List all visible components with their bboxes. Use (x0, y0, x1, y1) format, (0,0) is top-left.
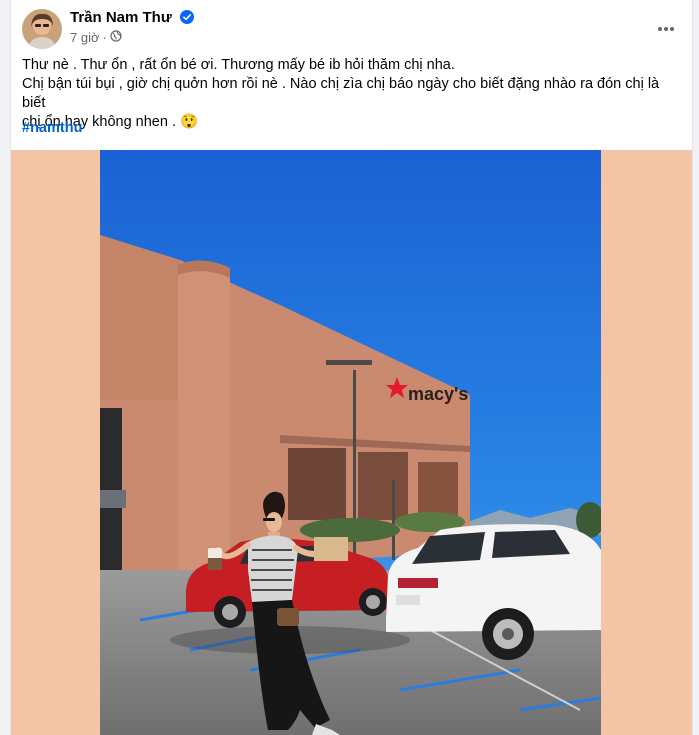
more-options-button[interactable] (648, 10, 684, 46)
post-text: Thư nè . Thư ổn , rất ổn bé ơi. Thương m… (22, 56, 682, 132)
author-name[interactable]: Trần Nam Thư (70, 9, 194, 28)
post-media: macy's (11, 150, 692, 735)
globe-icon[interactable] (110, 30, 122, 45)
meta-separator: · (102, 30, 107, 45)
post-photo[interactable]: macy's (100, 150, 601, 735)
post-text-line-1: Thư nè . Thư ổn , rất ổn bé ơi. Thương m… (22, 57, 455, 73)
hashtag-link[interactable]: #namthu (22, 120, 82, 136)
post-timestamp[interactable]: 7 giờ (70, 30, 100, 45)
post-text-line-2: Chị bận túi bụi , giờ chị quởn hơn rồi n… (22, 76, 660, 111)
post-card: Trần Nam Thư 7 giờ · Thư nè . Thư ổn , r… (10, 0, 693, 735)
macys-sign: macy's (408, 384, 468, 404)
astonished-emoji: 😲 (180, 114, 199, 130)
post-text-line-3: chị ổn hay không nhen . 😲 (22, 113, 682, 132)
author-avatar[interactable] (22, 9, 62, 49)
post-header: Trần Nam Thư 7 giờ · (11, 0, 692, 58)
author-name-text[interactable]: Trần Nam Thư (70, 9, 172, 26)
verified-badge-icon (179, 10, 194, 28)
post-meta: 7 giờ · (70, 30, 122, 45)
more-horizontal-icon (657, 19, 675, 37)
